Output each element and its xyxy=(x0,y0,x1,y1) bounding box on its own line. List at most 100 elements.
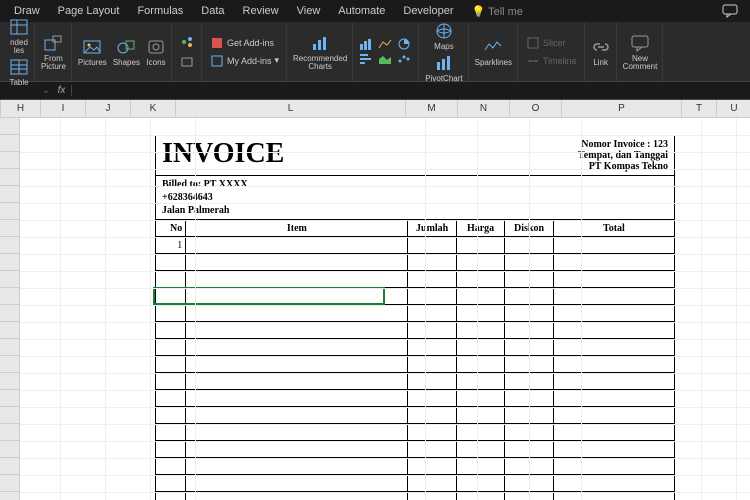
ribbon-tabs: Draw Page Layout Formulas Data Review Vi… xyxy=(0,0,750,22)
maps-button[interactable]: Maps xyxy=(434,21,454,51)
screenshot-icon[interactable] xyxy=(178,54,196,70)
table-row[interactable] xyxy=(156,356,675,373)
col-header-L[interactable]: L xyxy=(176,100,406,117)
row-header[interactable] xyxy=(0,288,19,305)
row-header[interactable] xyxy=(0,475,19,492)
table-row[interactable] xyxy=(156,458,675,475)
tab-view[interactable]: View xyxy=(289,2,329,20)
row-header[interactable] xyxy=(0,322,19,339)
table-row[interactable] xyxy=(156,254,675,271)
slicer-button[interactable]: Slicer xyxy=(524,35,579,51)
comments-icon[interactable] xyxy=(716,2,744,20)
invoice-company[interactable]: PT Kompas Tekno xyxy=(578,161,668,172)
table-button[interactable]: Table xyxy=(9,57,29,87)
cells-area[interactable]: INVOICE Nomor Invoice : 123 Tempat, dan … xyxy=(20,118,750,500)
link-button[interactable]: Link xyxy=(591,37,611,67)
row-header[interactable] xyxy=(0,220,19,237)
scatter-chart-icon[interactable] xyxy=(397,53,411,65)
table-row[interactable] xyxy=(156,407,675,424)
col-header-T[interactable]: T xyxy=(682,100,717,117)
row-header[interactable] xyxy=(0,152,19,169)
pie-chart-icon[interactable] xyxy=(397,38,411,50)
col-header-K[interactable]: K xyxy=(131,100,176,117)
th-item[interactable]: Item xyxy=(186,220,408,237)
pivotchart-button[interactable]: PivotChart xyxy=(425,53,462,83)
spreadsheet-grid[interactable]: HIJKLMNOPTU INVOICE Nomor Invoice : 123 … xyxy=(0,100,750,500)
col-header-M[interactable]: M xyxy=(406,100,458,117)
formula-bar: ⌄ fx xyxy=(0,82,750,100)
th-no[interactable]: No xyxy=(156,220,186,237)
table-row[interactable] xyxy=(156,305,675,322)
smartart-icon[interactable] xyxy=(178,34,196,50)
row-header[interactable] xyxy=(0,186,19,203)
fx-icon[interactable]: fx xyxy=(52,85,72,96)
new-comment-button[interactable]: New Comment xyxy=(623,33,658,71)
column-chart-icon[interactable] xyxy=(359,38,373,50)
col-header-O[interactable]: O xyxy=(510,100,562,117)
tab-pagelayout[interactable]: Page Layout xyxy=(50,2,128,20)
col-header-H[interactable]: H xyxy=(1,100,41,117)
tab-review[interactable]: Review xyxy=(235,2,287,20)
shapes-button[interactable]: Shapes xyxy=(113,37,140,67)
row-header[interactable] xyxy=(0,118,19,135)
tab-formulas[interactable]: Formulas xyxy=(129,2,191,20)
tab-data[interactable]: Data xyxy=(193,2,232,20)
table-row[interactable] xyxy=(156,322,675,339)
row-header[interactable] xyxy=(0,237,19,254)
icons-button[interactable]: Icons xyxy=(146,37,166,67)
billed-address[interactable]: Jalan Palmerah xyxy=(162,204,668,217)
row-headers[interactable] xyxy=(0,118,20,500)
tab-tellme[interactable]: 💡 Tell me xyxy=(464,2,531,21)
th-total[interactable]: Total xyxy=(553,220,674,237)
table-row[interactable] xyxy=(156,424,675,441)
row-header[interactable] xyxy=(0,169,19,186)
row-header[interactable] xyxy=(0,339,19,356)
table-row[interactable] xyxy=(156,271,675,288)
table-row[interactable] xyxy=(156,441,675,458)
row-header[interactable] xyxy=(0,458,19,475)
row-header[interactable] xyxy=(0,441,19,458)
table-row[interactable] xyxy=(156,288,675,305)
table-row[interactable] xyxy=(156,390,675,407)
pivot-tables-button[interactable]: nded les xyxy=(9,17,29,55)
row-header[interactable] xyxy=(0,390,19,407)
pictures-button[interactable]: Pictures xyxy=(78,37,107,67)
bar-chart-icon[interactable] xyxy=(359,53,373,65)
my-addins-button[interactable]: My Add-ins ▾ xyxy=(208,53,281,69)
row-header[interactable] xyxy=(0,135,19,152)
table-row[interactable] xyxy=(156,373,675,390)
row-header[interactable] xyxy=(0,424,19,441)
col-header-J[interactable]: J xyxy=(86,100,131,117)
get-addins-button[interactable]: Get Add-ins xyxy=(208,35,281,51)
formula-input[interactable] xyxy=(72,85,750,96)
invoice-number[interactable]: Nomor Invoice : 123 xyxy=(578,139,668,150)
from-picture-button[interactable]: From Picture xyxy=(41,33,66,71)
row-header[interactable] xyxy=(0,271,19,288)
row-header[interactable] xyxy=(0,407,19,424)
row-header[interactable] xyxy=(0,492,19,500)
col-header-N[interactable]: N xyxy=(458,100,510,117)
tab-developer[interactable]: Developer xyxy=(395,2,461,20)
timeline-button[interactable]: Timeline xyxy=(524,53,579,69)
row-header[interactable] xyxy=(0,356,19,373)
row-header[interactable] xyxy=(0,305,19,322)
tab-automate[interactable]: Automate xyxy=(330,2,393,20)
column-headers[interactable]: HIJKLMNOPTU xyxy=(1,100,750,118)
row-header[interactable] xyxy=(0,373,19,390)
line-chart-icon[interactable] xyxy=(378,38,392,50)
table-row[interactable] xyxy=(156,339,675,356)
billed-to[interactable]: Billed to: PT XXXX xyxy=(162,178,668,191)
col-header-U[interactable]: U xyxy=(717,100,750,117)
col-header-I[interactable]: I xyxy=(41,100,86,117)
row-header[interactable] xyxy=(0,254,19,271)
table-row[interactable]: 1 xyxy=(156,237,675,254)
col-header-P[interactable]: P xyxy=(562,100,682,117)
row-header[interactable] xyxy=(0,203,19,220)
chevron-down-icon[interactable]: ⌄ xyxy=(40,85,52,96)
sparklines-button[interactable]: Sparklines xyxy=(475,37,512,67)
table-row[interactable] xyxy=(156,475,675,492)
th-jumlah[interactable]: Jumlah xyxy=(408,220,456,237)
th-harga[interactable]: Harga xyxy=(456,220,504,237)
recommended-charts-button[interactable]: Recommended Charts xyxy=(293,33,347,71)
area-chart-icon[interactable] xyxy=(378,53,392,65)
